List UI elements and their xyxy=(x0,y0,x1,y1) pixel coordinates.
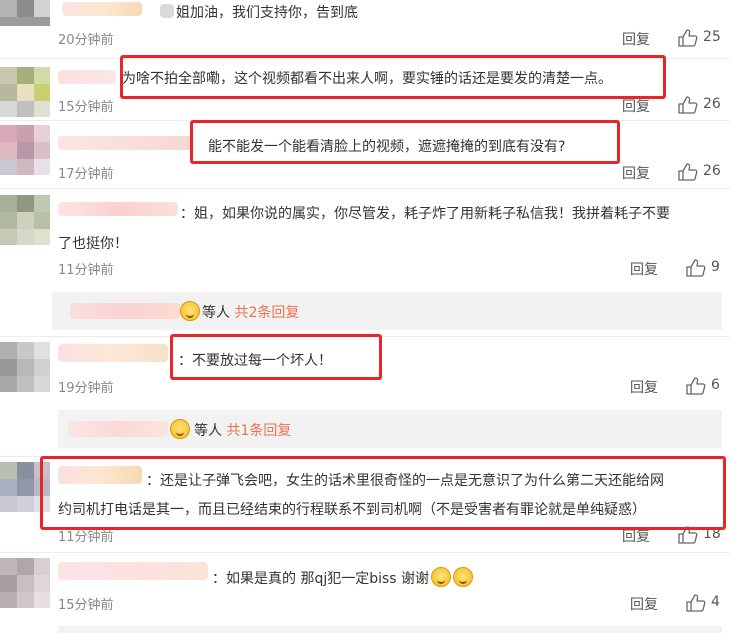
comment-time: 15分钟前 xyxy=(58,100,114,115)
thumbs-up-icon[interactable] xyxy=(678,96,698,114)
divider xyxy=(0,188,730,189)
username-blurred xyxy=(68,421,168,437)
avatar xyxy=(0,67,50,117)
sub-replies-bar[interactable]: 等人 共2条回复 xyxy=(52,292,722,330)
sub-replies-count[interactable]: 共2条回复 xyxy=(234,305,299,321)
comment-time: 19分钟前 xyxy=(58,381,114,396)
avatar xyxy=(0,0,50,26)
like-count: 26 xyxy=(703,96,721,112)
reply-button[interactable]: 回复 xyxy=(630,259,658,279)
reply-button[interactable]: 回复 xyxy=(622,96,650,116)
comment-text: 姐加油，我们支持你，告到底 xyxy=(176,5,358,21)
username-blurred[interactable] xyxy=(58,70,116,84)
username-blurred[interactable] xyxy=(58,344,168,362)
comment-text: ：姐，如果你说的属实，你尽管发，耗子炸了用新耗子私信我！我拼着耗子不要 xyxy=(180,206,670,222)
username-blurred[interactable] xyxy=(58,202,178,216)
like-count: 9 xyxy=(711,259,720,275)
reply-button[interactable]: 回复 xyxy=(622,29,650,49)
username-blurred[interactable] xyxy=(160,4,174,18)
reply-button[interactable]: 回复 xyxy=(622,163,650,183)
comment-time: 20分钟前 xyxy=(58,33,114,48)
username-blurred[interactable] xyxy=(58,136,192,150)
sub-replies-bar[interactable] xyxy=(58,626,722,633)
thumbs-up-icon[interactable] xyxy=(678,29,698,47)
avatar xyxy=(0,125,50,175)
thumbs-up-icon[interactable] xyxy=(678,163,698,181)
comment-time: 17分钟前 xyxy=(58,167,114,182)
highlight-box xyxy=(120,55,666,99)
thumbs-up-icon[interactable] xyxy=(686,259,706,277)
highlight-box xyxy=(170,334,382,380)
sub-replies-text: 等人 共2条回复 xyxy=(202,305,300,321)
reply-button[interactable]: 回复 xyxy=(630,594,658,614)
smile-emoji-icon xyxy=(170,419,190,439)
sub-replies-count[interactable]: 共1条回复 xyxy=(226,423,291,439)
username-blurred[interactable] xyxy=(62,2,142,16)
like-count: 25 xyxy=(703,29,721,45)
comment-time: 15分钟前 xyxy=(58,598,114,613)
smile-emoji-icon xyxy=(431,567,452,587)
highlight-box xyxy=(40,456,726,530)
like-count: 4 xyxy=(711,594,720,610)
thumbs-up-icon[interactable] xyxy=(686,594,706,612)
sub-replies-text: 等人 共1条回复 xyxy=(194,423,292,439)
avatar xyxy=(0,342,50,392)
smile-emoji-icon xyxy=(180,301,200,321)
avatar xyxy=(0,195,50,245)
comment-text: 了也挺你！ xyxy=(58,236,128,252)
thumbs-up-icon[interactable] xyxy=(686,377,706,395)
comment-time: 11分钟前 xyxy=(58,263,114,278)
like-count: 6 xyxy=(711,377,720,393)
avatar xyxy=(0,558,50,608)
username-blurred[interactable] xyxy=(58,562,208,580)
highlight-box xyxy=(190,120,620,164)
smile-emoji-icon xyxy=(453,567,474,587)
like-count: 26 xyxy=(703,163,721,179)
comment-text: ：如果是真的 那qj犯一定biss 谢谢 xyxy=(212,567,474,588)
divider xyxy=(0,552,730,553)
username-blurred xyxy=(70,303,180,319)
reply-button[interactable]: 回复 xyxy=(630,377,658,397)
sub-replies-bar[interactable]: 等人 共1条回复 xyxy=(58,410,722,448)
